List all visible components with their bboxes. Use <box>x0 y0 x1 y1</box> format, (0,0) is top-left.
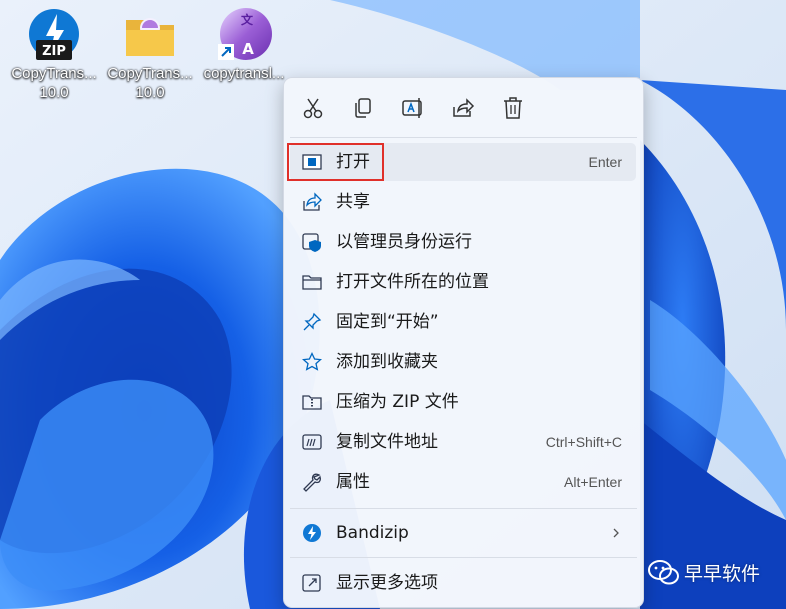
wrench-icon <box>303 473 321 492</box>
menu-item-label: 固定到“开始” <box>336 312 439 332</box>
wechat-icon <box>648 560 679 585</box>
desktop-icon-label: CopyTrans... <box>107 65 193 82</box>
menu-item-label: 打开文件所在的位置 <box>336 272 489 292</box>
zip-file-icon <box>302 395 322 410</box>
chevron-right-icon <box>613 528 619 538</box>
more-options-icon <box>302 574 321 592</box>
desktop-icon-label-version: 10.0 <box>39 84 69 101</box>
folder-icon <box>302 275 322 290</box>
bandizip-archive-icon: ZIP <box>24 4 84 64</box>
cut-icon <box>303 98 323 119</box>
menu-item-label: 以管理员身份运行 <box>336 232 472 252</box>
star-icon <box>302 352 322 371</box>
menu-item-bandizip[interactable]: Bandizip <box>290 514 636 552</box>
watermark-text: 早早软件 <box>684 563 761 585</box>
rename-button[interactable] <box>400 95 426 121</box>
context-menu-toolbar <box>284 78 643 138</box>
copy-icon <box>355 98 371 118</box>
copy-button[interactable] <box>350 95 376 121</box>
menu-item-compress-zip[interactable]: 压缩为 ZIP 文件 <box>290 383 636 421</box>
menu-item-shortcut: Ctrl+Shift+C <box>545 434 622 450</box>
cut-button[interactable] <box>300 95 326 121</box>
menu-separator <box>290 137 637 138</box>
desktop-icon-copytrans-folder[interactable]: CopyTrans... 10.0 <box>102 4 198 102</box>
menu-separator <box>290 508 637 509</box>
menu-item-label: 属性 <box>336 472 370 492</box>
bandizip-icon <box>303 524 321 542</box>
svg-text:ZIP: ZIP <box>42 44 66 59</box>
menu-item-run-as-admin[interactable]: 以管理员身份运行 <box>290 223 636 261</box>
menu-item-label: 复制文件地址 <box>336 432 438 452</box>
menu-item-shortcut: Enter <box>588 154 622 170</box>
menu-item-label: 添加到收藏夹 <box>336 352 438 372</box>
copy-path-icon <box>302 434 322 450</box>
menu-item-share[interactable]: 共享 <box>290 183 636 221</box>
pin-icon <box>303 312 322 331</box>
menu-item-shortcut: Alt+Enter <box>564 474 622 490</box>
delete-button[interactable] <box>500 95 526 121</box>
folder-icon <box>120 4 180 64</box>
menu-item-label: 压缩为 ZIP 文件 <box>336 392 459 412</box>
menu-item-label: 显示更多选项 <box>336 573 438 593</box>
menu-separator <box>290 557 637 558</box>
admin-shield-icon <box>302 233 321 252</box>
share-button[interactable] <box>450 95 476 121</box>
menu-item-open-file-location[interactable]: 打开文件所在的位置 <box>290 263 636 301</box>
menu-item-label: 共享 <box>336 192 370 212</box>
menu-item-add-to-favorites[interactable]: 添加到收藏夹 <box>290 343 636 381</box>
highlight-annotation-box <box>287 143 384 181</box>
svg-text:A: A <box>242 40 254 58</box>
rename-icon <box>402 98 422 118</box>
menu-item-pin-to-start[interactable]: 固定到“开始” <box>290 303 636 341</box>
share-icon <box>453 98 475 117</box>
delete-icon <box>504 97 522 119</box>
menu-item-show-more-options[interactable]: 显示更多选项 <box>290 564 636 602</box>
menu-item-copy-path[interactable]: 复制文件地址 Ctrl+Shift+C <box>290 423 636 461</box>
translator-shortcut-icon: 文 A <box>214 4 274 64</box>
svg-text:文: 文 <box>241 12 254 27</box>
menu-item-label: Bandizip <box>336 523 409 543</box>
watermark: 早早软件 <box>648 559 760 591</box>
share-icon <box>303 192 322 211</box>
desktop-icon-copytranslator[interactable]: 文 A copytransl... <box>196 4 292 83</box>
desktop-icon-label-version: 10.0 <box>135 84 165 101</box>
desktop-icon-label: CopyTrans... <box>11 65 97 82</box>
desktop-icon-label: copytransl... <box>203 65 285 82</box>
menu-item-properties[interactable]: 属性 Alt+Enter <box>290 463 636 501</box>
desktop-icon-copytrans-archive[interactable]: ZIP CopyTrans... 10.0 <box>6 4 102 102</box>
